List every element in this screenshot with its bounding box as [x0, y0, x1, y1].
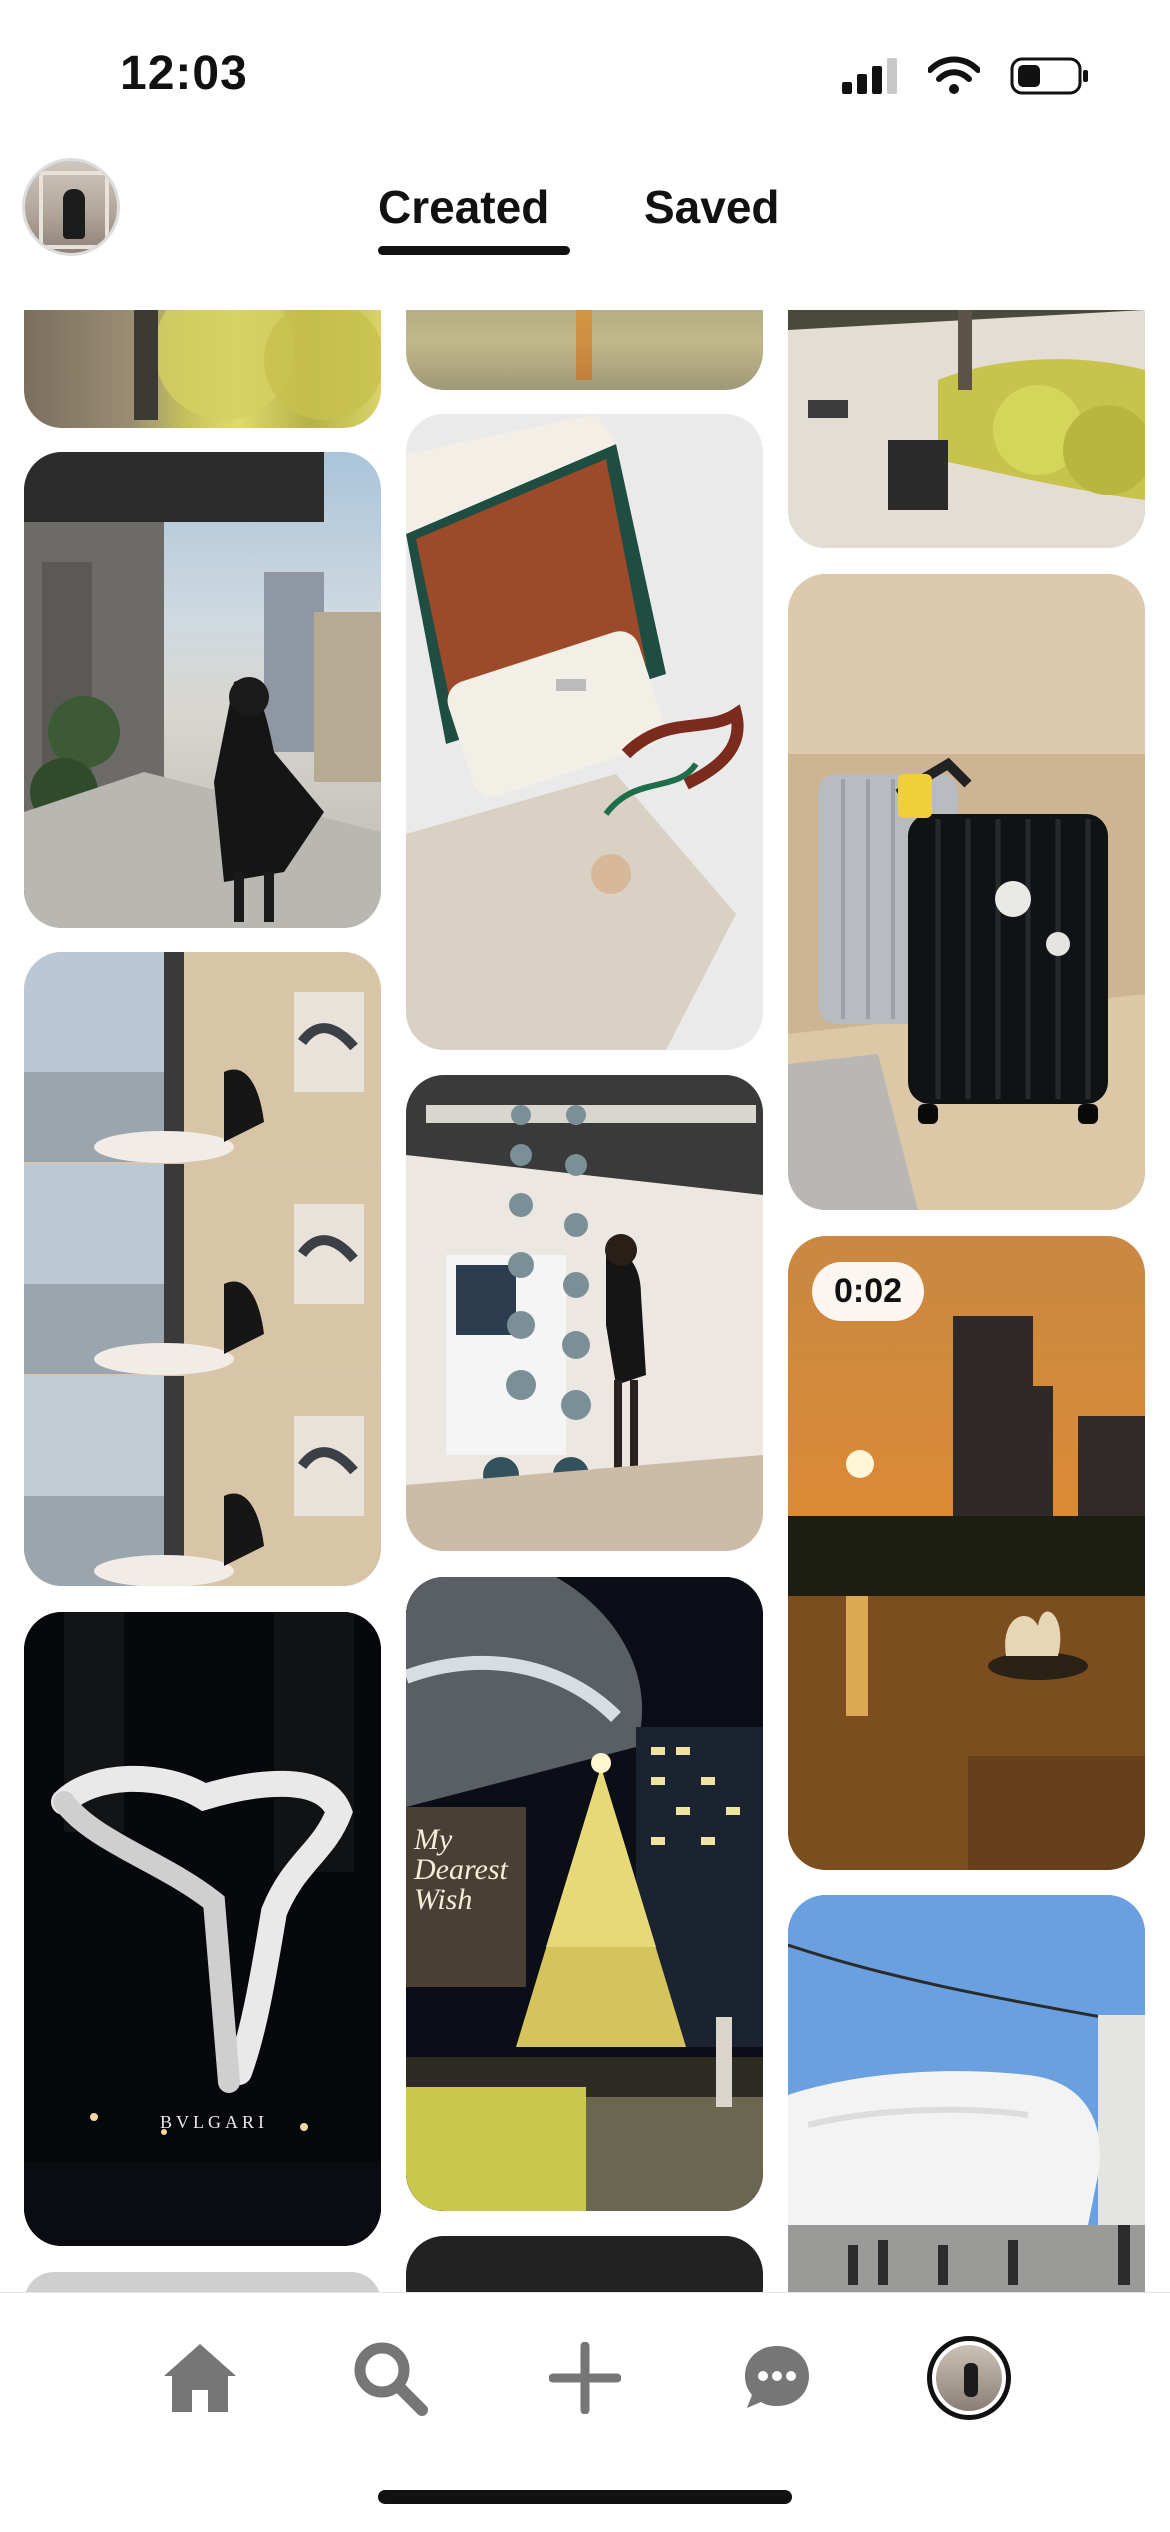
pin-sunset-lake-video[interactable]: 0:02: [788, 1236, 1145, 1870]
messages-icon: [745, 2346, 809, 2408]
cellular-signal-icon: [842, 58, 897, 94]
profile-avatar-nav: [927, 2336, 1011, 2420]
my-dearest-wish-sign: My Dearest Wish: [414, 1823, 508, 1916]
search-icon: [354, 2342, 428, 2416]
home-indicator: [378, 2490, 792, 2504]
pin-bvlgari-serpenti-night[interactable]: BVLGARI: [24, 1612, 381, 2246]
profile-avatar[interactable]: [22, 158, 120, 256]
pin-loro-piana-bag[interactable]: [406, 414, 763, 1050]
wifi-icon: [928, 56, 980, 94]
pin-partial-bottom-col2[interactable]: [406, 2236, 763, 2292]
create-plus-icon: [549, 2342, 621, 2414]
nav-search[interactable]: [345, 2333, 435, 2423]
profile-header: Created Saved: [0, 150, 1170, 310]
tab-saved[interactable]: Saved: [644, 180, 780, 234]
pin-lit-planter-walkway[interactable]: [788, 270, 1145, 548]
nav-messages[interactable]: [732, 2333, 822, 2423]
video-duration-badge: 0:02: [812, 1262, 925, 1321]
home-icon: [164, 2344, 236, 2412]
pin-bead-sculpture-gallery[interactable]: [406, 1075, 763, 1551]
battery-icon: [1010, 57, 1088, 95]
nav-profile[interactable]: [924, 2333, 1014, 2423]
tab-created[interactable]: Created: [378, 180, 549, 234]
active-tab-indicator: [378, 246, 570, 255]
nav-create[interactable]: [540, 2333, 630, 2423]
bvlgari-sign: BVLGARI: [160, 2112, 268, 2132]
pin-rimowa-suitcases[interactable]: [788, 574, 1145, 1210]
pinterest-profile-screen: BVLGARI My Dearest Wish 0:02 12:03 Creat…: [0, 0, 1170, 2532]
status-time: 12:03: [120, 47, 248, 100]
pin-grid: BVLGARI My Dearest Wish 0:02: [0, 0, 1170, 2292]
pin-street-woman-twirl[interactable]: [24, 452, 381, 928]
nav-home[interactable]: [155, 2333, 245, 2423]
pin-cafe-window-triptych[interactable]: [24, 952, 381, 1586]
pin-my-dearest-wish-tree[interactable]: My Dearest Wish: [406, 1577, 763, 2211]
pin-white-sculpture-street[interactable]: [788, 1895, 1145, 2292]
pin-partial-bottom-col1[interactable]: [24, 2272, 381, 2292]
status-icons: [842, 56, 1090, 96]
